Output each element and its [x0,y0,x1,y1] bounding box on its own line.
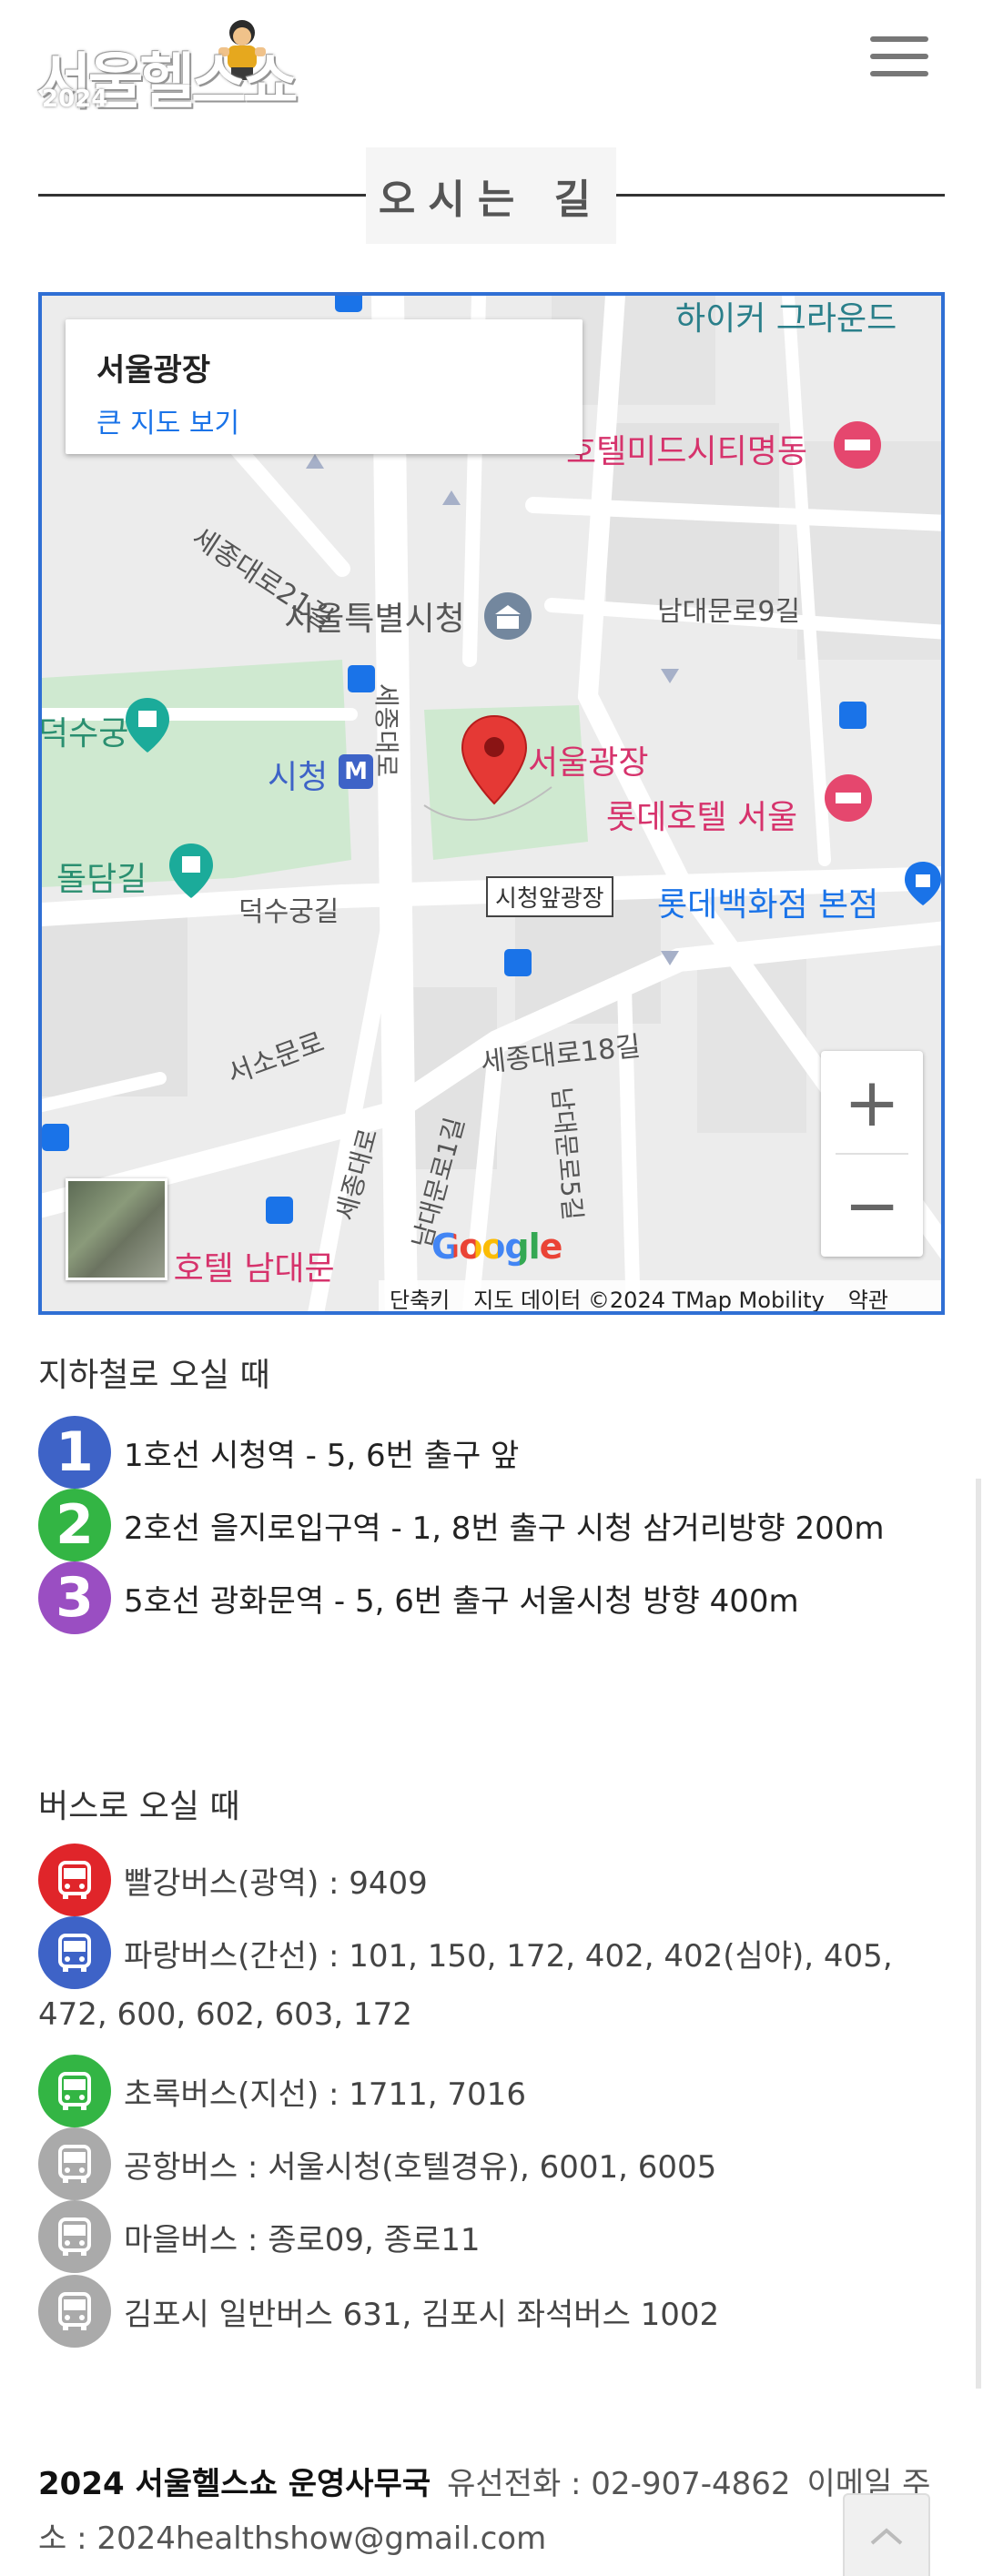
bus-stop-icon [42,1124,69,1151]
subway-heading: 지하철로 오실 때 [38,1357,270,1394]
subway-line-item: 2 2호선 을지로입구역 - 1, 8번 출구 시청 삼거리방향 200m [38,1489,885,1561]
airport-bus-icon [38,2127,111,2200]
location-pin-icon[interactable] [461,714,528,805]
village-bus-icon [38,2200,111,2273]
gimpo-bus-icon [38,2275,111,2348]
subway-line-item: 3 5호선 광화문역 - 5, 6번 출구 서울시청 방향 400m [38,1561,799,1634]
organizer-name: 2024 서울헬스쇼 운영사무국 [38,2466,431,2502]
line-5-icon: 3 [38,1561,111,1634]
bus-item: 김포시 일반버스 631, 김포시 좌석버스 1002 [38,2275,719,2348]
bus-stop-icon [335,296,362,312]
map-label: 서울광장 [528,744,649,782]
blue-bus-icon [38,1916,111,1989]
hotel-icon [825,774,872,822]
hotel-icon [834,421,881,469]
map-label: 호텔미드시티명동 [566,433,807,470]
green-bus-icon [38,2055,111,2127]
subway-line-text: 5호선 광화문역 - 5, 6번 출구 서울시청 방향 400m [124,1582,799,1620]
map-label: 롯데호텔 서울 [606,799,798,836]
google-logo: Google [431,1227,562,1267]
subway-line-item: 1 1호선 시청역 - 5, 6번 출구 앞 [38,1416,519,1489]
bus-text: 초록버스(지선) : 1711, 7016 [124,2076,526,2113]
bus-stop-icon [504,949,532,976]
view-larger-map-link[interactable]: 큰 지도 보기 [96,400,552,440]
map-label: 세종대로 [371,683,401,778]
map-label: 돌담길 [56,861,147,898]
map-attribution: 단축키 지도 데이터 ©2024 TMap Mobility 약관 [379,1280,941,1313]
line-2-icon: 2 [38,1489,111,1561]
section-title-bar: 오시는 길 [38,146,945,246]
bus-stop-icon [266,1197,293,1224]
divider-left [38,194,366,197]
bus-item: 빨강버스(광역) : 9409 [38,1844,428,1916]
keyboard-shortcuts-link[interactable]: 단축키 [390,1282,450,1312]
bus-heading: 버스로 오실 때 [38,1788,240,1825]
terms-link[interactable]: 약관 [848,1282,888,1312]
red-bus-icon [38,1844,111,1916]
bus-text: 빨강버스(광역) : 9409 [124,1864,428,1902]
footer-line: 2024 서울헬스쇼 운영사무국 유선전화 : 02-907-4862 이메일 주 [38,2457,948,2511]
map-label: 덕수궁길 [238,896,339,928]
bus-item: 마을버스 : 종로09, 종로11 [38,2200,480,2273]
divider-right [616,194,945,197]
bus-text: 마을버스 : 종로09, 종로11 [124,2221,481,2258]
map-label: 롯데백화점 본점 [657,886,879,924]
email-address[interactable]: 소 : 2024healthshow@gmail.com [38,2511,948,2566]
hamburger-menu-icon[interactable] [870,36,932,84]
header: 서울헬스쇼 2024 [0,0,983,136]
place-name: 서울광장 [96,352,211,389]
city-hall-icon [484,592,532,640]
map-label: 서울특별시청 [284,601,465,638]
map-label: 하이커 그라운드 [675,300,897,338]
zoom-out-button[interactable]: − [821,1154,923,1257]
page-scrollbar[interactable] [976,1479,981,2389]
zoom-in-button[interactable]: + [821,1051,923,1154]
bus-stop-icon [839,702,866,729]
bus-item: 초록버스(지선) : 1711, 7016 [38,2055,526,2127]
shopping-icon [905,862,941,905]
line-1-icon: 1 [38,1416,111,1489]
map-label: 시청 [268,759,329,796]
bus-item: 파랑버스(간선) : 101, 150, 172, 402, 402(심야), … [38,1916,893,1989]
logo-year: 2024 [42,86,108,113]
page-title: 오시는 길 [366,147,616,244]
map-label: 남대문로9길 [657,596,801,628]
footer: 2024 서울헬스쇼 운영사무국 유선전화 : 02-907-4862 이메일 주 … [38,2457,948,2566]
bus-text: 공항버스 : 서울시청(호텔경유), 6001, 6005 [124,2148,717,2186]
scroll-to-top-button[interactable] [843,2493,930,2576]
subway-line-text: 1호선 시청역 - 5, 6번 출구 앞 [124,1437,520,1474]
phone-number[interactable]: 유선전화 : 02-907-4862 [447,2466,790,2502]
seoul-health-show-logo[interactable]: 서울헬스쇼 2024 [36,13,300,120]
map-label: 시청앞광장 [486,876,613,917]
bus-text-continued: 472, 600, 602, 603, 172 [38,1996,412,2033]
subway-station-icon: M [339,754,373,789]
map-label: 덕수궁 [38,715,129,753]
palace-icon [169,844,213,898]
bus-text: 김포시 일반버스 631, 김포시 좌석버스 1002 [124,2296,720,2333]
google-map[interactable]: M 하이커 그라운드 호텔미드시티명동 세종대로21길 서울특별시청 남대문로9… [38,292,945,1315]
bus-text: 파랑버스(간선) : 101, 150, 172, 402, 402(심야), … [124,1937,893,1975]
bus-item: 공항버스 : 서울시청(호텔경유), 6001, 6005 [38,2127,716,2200]
zoom-controls: + − [821,1051,923,1257]
place-info-card: 서울광장 큰 지도 보기 [66,319,583,454]
chevron-up-icon [870,2527,903,2545]
palace-icon [126,698,169,753]
subway-line-text: 2호선 을지로입구역 - 1, 8번 출구 시청 삼거리방향 200m [124,1510,885,1547]
satellite-toggle[interactable] [66,1178,167,1280]
map-data-credit: 지도 데이터 ©2024 TMap Mobility [473,1287,825,1313]
